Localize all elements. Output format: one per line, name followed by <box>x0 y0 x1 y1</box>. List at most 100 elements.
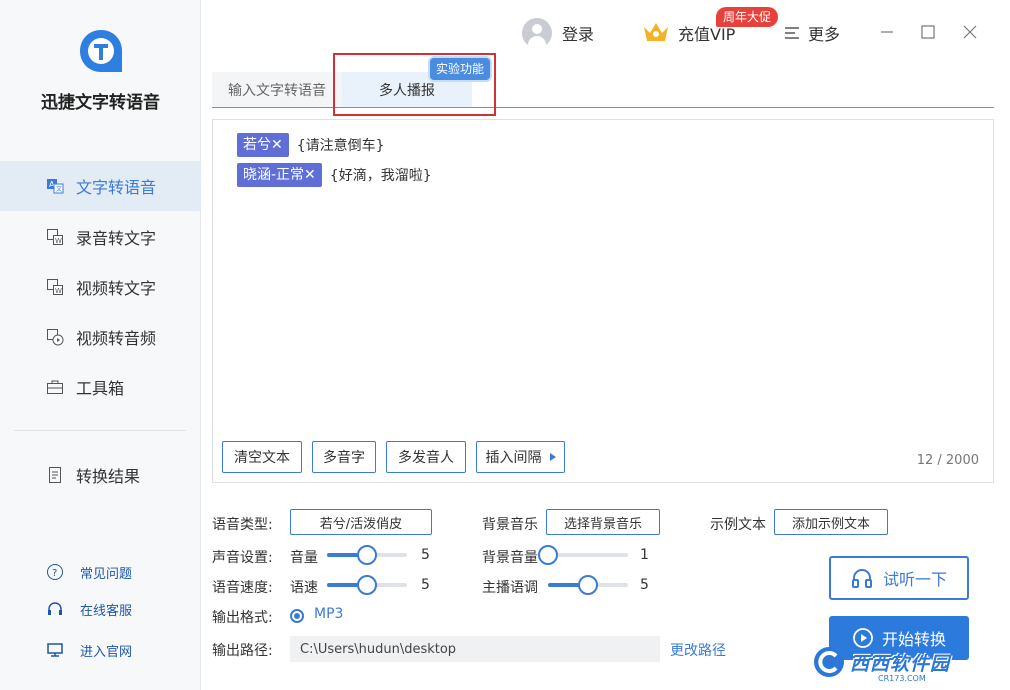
polyphone-button[interactable]: 多音字 <box>312 441 376 473</box>
bg-volume-slider-thumb[interactable] <box>538 545 558 565</box>
sound-settings-label: 声音设置: <box>212 550 273 566</box>
mp3-label: MP3 <box>314 606 344 622</box>
mp3-radio[interactable] <box>290 609 304 623</box>
video-to-text-icon: W <box>46 278 64 296</box>
bg-volume-label: 背景音量 <box>482 550 538 566</box>
promo-badge: 周年大促 <box>716 7 779 27</box>
faq-link[interactable]: ? 常见问题 <box>46 560 132 584</box>
speaker-tag[interactable]: 晓涵-正常✕ <box>237 163 322 187</box>
sidebar: 迅捷文字转语音 A文 文字转语音 W 录音转文字 W 视频转文字 视频转音频 工… <box>0 0 201 690</box>
pitch-slider[interactable] <box>548 575 628 595</box>
svg-text:W: W <box>55 287 62 295</box>
sidebar-item-label: 视频转文字 <box>76 279 157 298</box>
sidebar-item-label: 转换结果 <box>76 467 141 486</box>
close-icon <box>963 25 977 39</box>
bgm-label: 背景音乐 <box>482 517 538 533</box>
speed-slider[interactable] <box>327 575 407 595</box>
sidebar-item-label: 录音转文字 <box>76 229 157 248</box>
watermark-sub: CR173.COM <box>878 674 926 683</box>
add-sample-text-button[interactable]: 添加示例文本 <box>774 509 888 535</box>
pitch-label: 主播语调 <box>482 580 538 596</box>
app-title: 迅捷文字转语音 <box>41 93 160 113</box>
login-label: 登录 <box>562 25 595 44</box>
sidebar-item-results[interactable]: 转换结果 <box>0 450 201 500</box>
avatar <box>522 18 552 48</box>
sidebar-item-label: 文字转语音 <box>76 178 157 197</box>
pitch-slider-thumb[interactable] <box>578 575 598 595</box>
more-button[interactable]: 更多 <box>784 16 840 50</box>
online-support-link[interactable]: 在线客服 <box>46 597 132 621</box>
bg-volume-slider[interactable] <box>538 545 628 565</box>
headset-icon <box>46 600 64 618</box>
watermark-logo-icon <box>812 645 846 679</box>
speed-label: 语速 <box>290 580 318 596</box>
login-button[interactable]: 登录 <box>522 16 594 50</box>
editor-line: 晓涵-正常✕ {好滴，我溜啦} <box>237 163 432 187</box>
change-path-link[interactable]: 更改路径 <box>670 640 726 660</box>
text-to-speech-icon: A文 <box>46 177 64 195</box>
video-to-audio-icon <box>46 328 64 346</box>
speed-value: 5 <box>421 577 430 593</box>
svg-text:?: ? <box>52 568 57 579</box>
official-site-label: 进入官网 <box>80 644 133 660</box>
minimize-icon <box>881 31 893 33</box>
official-site-link[interactable]: 进入官网 <box>46 638 132 662</box>
sidebar-item-text-to-speech[interactable]: A文 文字转语音 <box>0 161 201 211</box>
volume-value: 5 <box>421 547 430 563</box>
preview-button[interactable]: 试听一下 <box>829 556 969 600</box>
toolbox-icon <box>46 378 64 396</box>
bg-volume-value: 1 <box>640 547 649 563</box>
output-path-input[interactable] <box>290 636 660 662</box>
output-format-label: 输出格式: <box>212 610 273 626</box>
preview-label: 试听一下 <box>882 570 947 589</box>
sidebar-divider <box>14 430 186 431</box>
svg-text:文: 文 <box>56 185 62 193</box>
app-logo-icon <box>80 30 122 72</box>
watermark-text: 西西软件园 <box>850 652 951 675</box>
output-path-label: 输出路径: <box>212 643 273 659</box>
char-count: 12 / 2000 <box>916 453 979 468</box>
sidebar-item-recording-to-text[interactable]: W 录音转文字 <box>0 212 201 262</box>
online-support-label: 在线客服 <box>80 603 133 619</box>
sample-text-label: 示例文本 <box>710 517 766 533</box>
sidebar-item-label: 工具箱 <box>76 379 125 398</box>
sidebar-item-toolbox[interactable]: 工具箱 <box>0 362 201 412</box>
multi-speaker-button[interactable]: 多发音人 <box>386 441 466 473</box>
tab-underline <box>212 107 994 108</box>
headphones-icon <box>851 568 873 588</box>
svg-text:W: W <box>55 237 62 245</box>
speed-slider-thumb[interactable] <box>357 575 377 595</box>
text-editor[interactable]: 若兮✕ {请注意倒车} 晓涵-正常✕ {好滴，我溜啦} 清空文本 多音字 多发音… <box>212 119 994 483</box>
result-icon <box>46 466 64 484</box>
tab-text-to-speech[interactable]: 输入文字转语音 <box>212 72 342 108</box>
maximize-button[interactable] <box>916 20 940 44</box>
sidebar-item-video-to-audio[interactable]: 视频转音频 <box>0 312 201 362</box>
insert-pause-button[interactable]: 插入间隔 <box>476 441 565 473</box>
recording-to-text-icon: W <box>46 228 64 246</box>
minimize-button[interactable] <box>875 20 899 44</box>
voice-type-select[interactable]: 若兮/活泼俏皮 <box>290 509 432 535</box>
close-button[interactable] <box>958 20 982 44</box>
speaker-text: {好滴，我溜啦} <box>329 168 432 184</box>
speaker-text: {请注意倒车} <box>296 138 385 154</box>
monitor-icon <box>46 641 64 659</box>
sidebar-item-label: 视频转音频 <box>76 329 157 348</box>
more-label: 更多 <box>808 25 841 44</box>
sidebar-item-video-to-text[interactable]: W 视频转文字 <box>0 262 201 312</box>
menu-icon <box>784 26 800 40</box>
question-icon: ? <box>46 563 64 581</box>
crown-icon <box>642 21 670 45</box>
speech-speed-label: 语音速度: <box>212 580 273 596</box>
maximize-icon <box>921 25 935 39</box>
editor-line: 若兮✕ {请注意倒车} <box>237 133 385 157</box>
clear-text-button[interactable]: 清空文本 <box>222 441 302 473</box>
volume-slider[interactable] <box>327 545 407 565</box>
insert-pause-label: 插入间隔 <box>485 450 542 466</box>
faq-label: 常见问题 <box>80 566 133 582</box>
pitch-value: 5 <box>640 577 649 593</box>
volume-label: 音量 <box>290 550 318 566</box>
experimental-badge: 实验功能 <box>430 58 491 80</box>
select-bgm-button[interactable]: 选择背景音乐 <box>546 509 660 535</box>
speaker-tag[interactable]: 若兮✕ <box>237 133 289 157</box>
volume-slider-thumb[interactable] <box>357 545 377 565</box>
